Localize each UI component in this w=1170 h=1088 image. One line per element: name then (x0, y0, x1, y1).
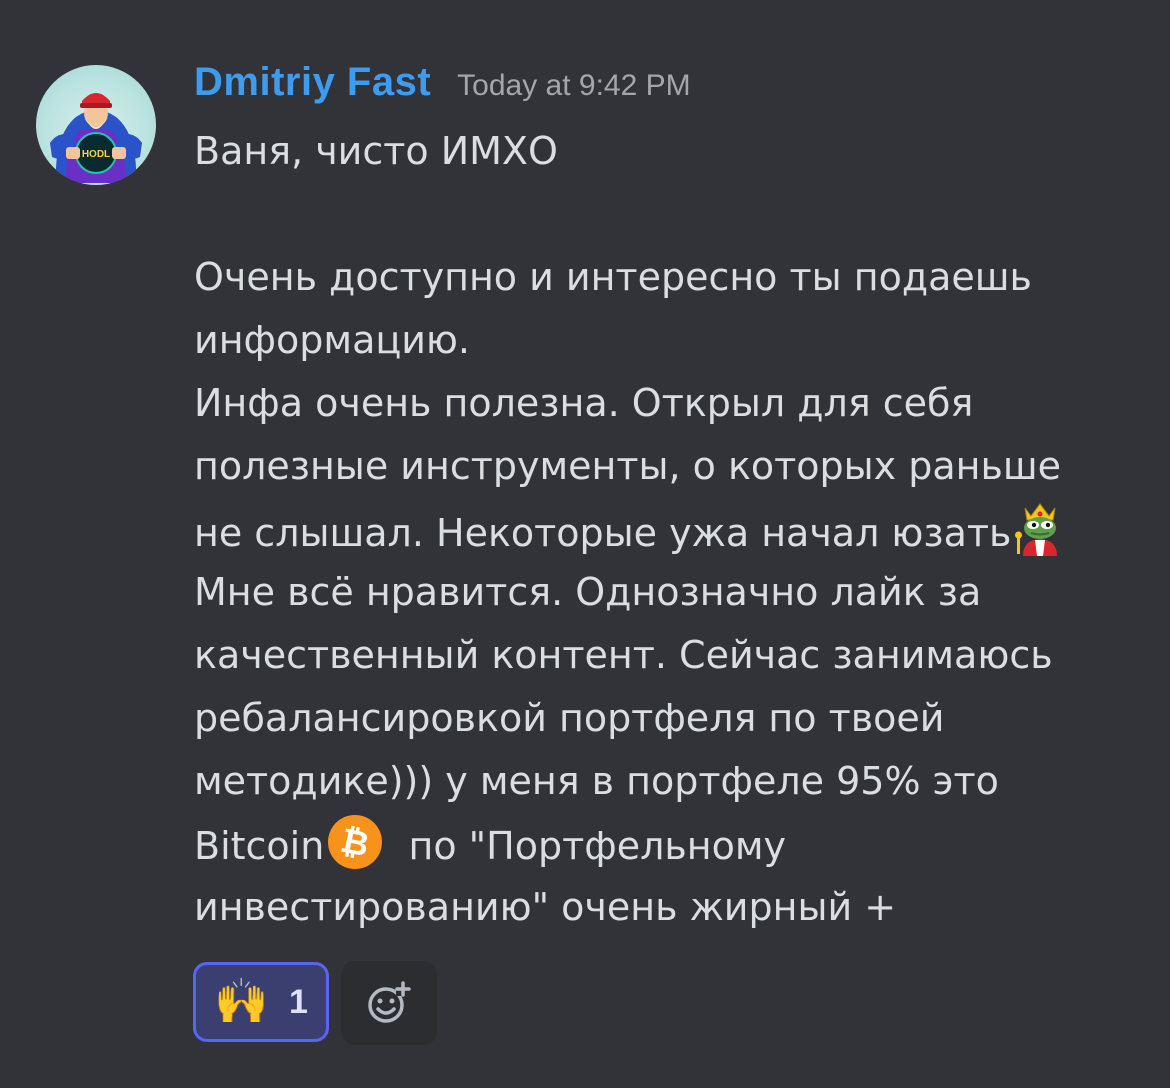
avatar[interactable]: HODL (36, 65, 156, 185)
message-header: Dmitriy Fast Today at 9:42 PM (194, 60, 691, 116)
add-reaction-icon (368, 981, 411, 1023)
message-line-text: не слышал. Некоторые ужа начал юзать (194, 511, 1012, 555)
hodl-avatar-image: HODL (50, 93, 142, 183)
message-line-with-emoji: не слышал. Некоторые ужа начал юзать (194, 498, 1144, 561)
message-line: методике))) у меня в портфеле 95% это (194, 759, 999, 803)
timestamp[interactable]: Today at 9:42 PM (457, 69, 690, 103)
reactions-bar: 🙌 1 (193, 961, 437, 1045)
pepe-king-emoji[interactable] (1011, 498, 1069, 556)
message-line: Очень доступно и интересно ты подаешь (194, 255, 1032, 299)
message-content: Ваня, чисто ИМХО Очень доступно и интере… (194, 120, 1144, 939)
reaction-raised-hands[interactable]: 🙌 1 (193, 962, 329, 1042)
message-line-text: Bitcoin (194, 824, 325, 868)
message-line-with-emoji: Bitcoin ₿ по "Портфельному (194, 813, 1144, 876)
username[interactable]: Dmitriy Fast (194, 60, 431, 105)
message-line: Ваня, чисто ИМХО (194, 129, 558, 173)
message-line: качественный контент. Сейчас занимаюсь (194, 633, 1053, 677)
message-line: полезные инструменты, о которых раньше (194, 444, 1062, 488)
message-line: инвестированию" очень жирный + (194, 885, 897, 929)
bitcoin-emoji[interactable]: ₿ (326, 813, 384, 871)
message-line-text: по "Портфельному (384, 824, 787, 868)
avatar-badge-text: HODL (82, 149, 110, 160)
message-line: Инфа очень полезна. Открыл для себя (194, 381, 974, 425)
message-line: Мне всё нравится. Однозначно лайк за (194, 570, 982, 614)
raised-hands-icon: 🙌 (214, 976, 269, 1027)
message-line: информацию. (194, 318, 470, 362)
add-reaction-button[interactable] (341, 961, 437, 1045)
reaction-count: 1 (288, 982, 308, 1021)
message-line: ребалансировкой портфеля по твоей (194, 696, 945, 740)
chat-message: HODL Dmitriy Fast Today at 9:42 PM Ваня,… (0, 0, 1170, 1088)
message-line-blank (194, 183, 1144, 246)
